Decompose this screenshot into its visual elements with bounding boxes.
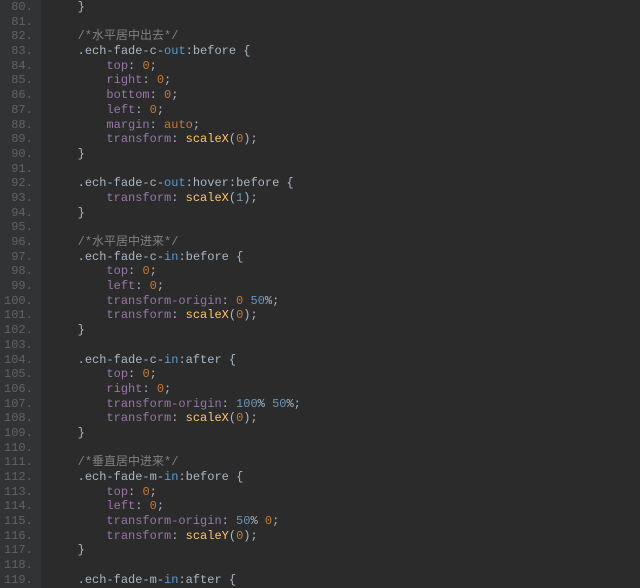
line-number: 101. bbox=[4, 308, 33, 323]
line-number: 81. bbox=[4, 15, 33, 30]
code-line: top: 0; bbox=[49, 59, 640, 74]
line-number: 94. bbox=[4, 206, 33, 221]
line-number: 107. bbox=[4, 397, 33, 412]
code-line: transform-origin: 50% 0; bbox=[49, 514, 640, 529]
code-area[interactable]: } /*水平居中出去*/ .ech-fade-c-out:before { to… bbox=[41, 0, 640, 588]
code-line: top: 0; bbox=[49, 367, 640, 382]
code-line: bottom: 0; bbox=[49, 88, 640, 103]
code-line: } bbox=[49, 147, 640, 162]
code-line: margin: auto; bbox=[49, 118, 640, 133]
line-number: 92. bbox=[4, 176, 33, 191]
code-line: left: 0; bbox=[49, 279, 640, 294]
line-number: 97. bbox=[4, 250, 33, 265]
code-line: transform: scaleX(0); bbox=[49, 308, 640, 323]
code-line: transform-origin: 100% 50%; bbox=[49, 397, 640, 412]
code-line: } bbox=[49, 206, 640, 221]
code-line: /*垂直居中进来*/ bbox=[49, 455, 640, 470]
line-number: 100. bbox=[4, 294, 33, 309]
line-number: 116. bbox=[4, 529, 33, 544]
line-number: 103. bbox=[4, 338, 33, 353]
line-number: 108. bbox=[4, 411, 33, 426]
code-line bbox=[49, 441, 640, 456]
code-line: top: 0; bbox=[49, 485, 640, 500]
line-number: 91. bbox=[4, 162, 33, 177]
code-line: transform-origin: 0 50%; bbox=[49, 294, 640, 309]
line-number: 111. bbox=[4, 455, 33, 470]
line-number: 110. bbox=[4, 441, 33, 456]
code-line: .ech-fade-c-out:hover:before { bbox=[49, 176, 640, 191]
code-line: /*水平居中进来*/ bbox=[49, 235, 640, 250]
line-number: 85. bbox=[4, 73, 33, 88]
line-number: 109. bbox=[4, 426, 33, 441]
line-number: 112. bbox=[4, 470, 33, 485]
line-number: 105. bbox=[4, 367, 33, 382]
line-number: 83. bbox=[4, 44, 33, 59]
code-line: top: 0; bbox=[49, 264, 640, 279]
code-line: left: 0; bbox=[49, 103, 640, 118]
code-line bbox=[49, 338, 640, 353]
code-line bbox=[49, 220, 640, 235]
line-number: 115. bbox=[4, 514, 33, 529]
line-number: 96. bbox=[4, 235, 33, 250]
line-number: 95. bbox=[4, 220, 33, 235]
line-number-gutter: 80.81.82.83.84.85.86.87.88.89.90.91.92.9… bbox=[0, 0, 41, 588]
code-line bbox=[49, 558, 640, 573]
code-line: transform: scaleX(0); bbox=[49, 132, 640, 147]
code-line: .ech-fade-c-in:after { bbox=[49, 353, 640, 368]
code-line: transform: scaleX(1); bbox=[49, 191, 640, 206]
line-number: 80. bbox=[4, 0, 33, 15]
code-line: .ech-fade-c-out:before { bbox=[49, 44, 640, 59]
line-number: 106. bbox=[4, 382, 33, 397]
code-line: } bbox=[49, 0, 640, 15]
line-number: 118. bbox=[4, 558, 33, 573]
code-editor: 80.81.82.83.84.85.86.87.88.89.90.91.92.9… bbox=[0, 0, 640, 588]
code-line: .ech-fade-c-in:before { bbox=[49, 250, 640, 265]
code-line: } bbox=[49, 426, 640, 441]
code-line bbox=[49, 162, 640, 177]
code-line: /*水平居中出去*/ bbox=[49, 29, 640, 44]
line-number: 86. bbox=[4, 88, 33, 103]
line-number: 119. bbox=[4, 573, 33, 588]
code-line: .ech-fade-m-in:after { bbox=[49, 573, 640, 588]
line-number: 87. bbox=[4, 103, 33, 118]
line-number: 88. bbox=[4, 118, 33, 133]
line-number: 93. bbox=[4, 191, 33, 206]
line-number: 102. bbox=[4, 323, 33, 338]
code-line: } bbox=[49, 323, 640, 338]
line-number: 90. bbox=[4, 147, 33, 162]
line-number: 84. bbox=[4, 59, 33, 74]
line-number: 113. bbox=[4, 485, 33, 500]
line-number: 117. bbox=[4, 543, 33, 558]
code-line: left: 0; bbox=[49, 499, 640, 514]
line-number: 82. bbox=[4, 29, 33, 44]
line-number: 89. bbox=[4, 132, 33, 147]
line-number: 99. bbox=[4, 279, 33, 294]
code-line: .ech-fade-m-in:before { bbox=[49, 470, 640, 485]
code-line bbox=[49, 15, 640, 30]
code-line: transform: scaleX(0); bbox=[49, 411, 640, 426]
line-number: 98. bbox=[4, 264, 33, 279]
line-number: 114. bbox=[4, 499, 33, 514]
code-line: right: 0; bbox=[49, 73, 640, 88]
code-line: } bbox=[49, 543, 640, 558]
code-line: right: 0; bbox=[49, 382, 640, 397]
line-number: 104. bbox=[4, 353, 33, 368]
code-line: transform: scaleY(0); bbox=[49, 529, 640, 544]
